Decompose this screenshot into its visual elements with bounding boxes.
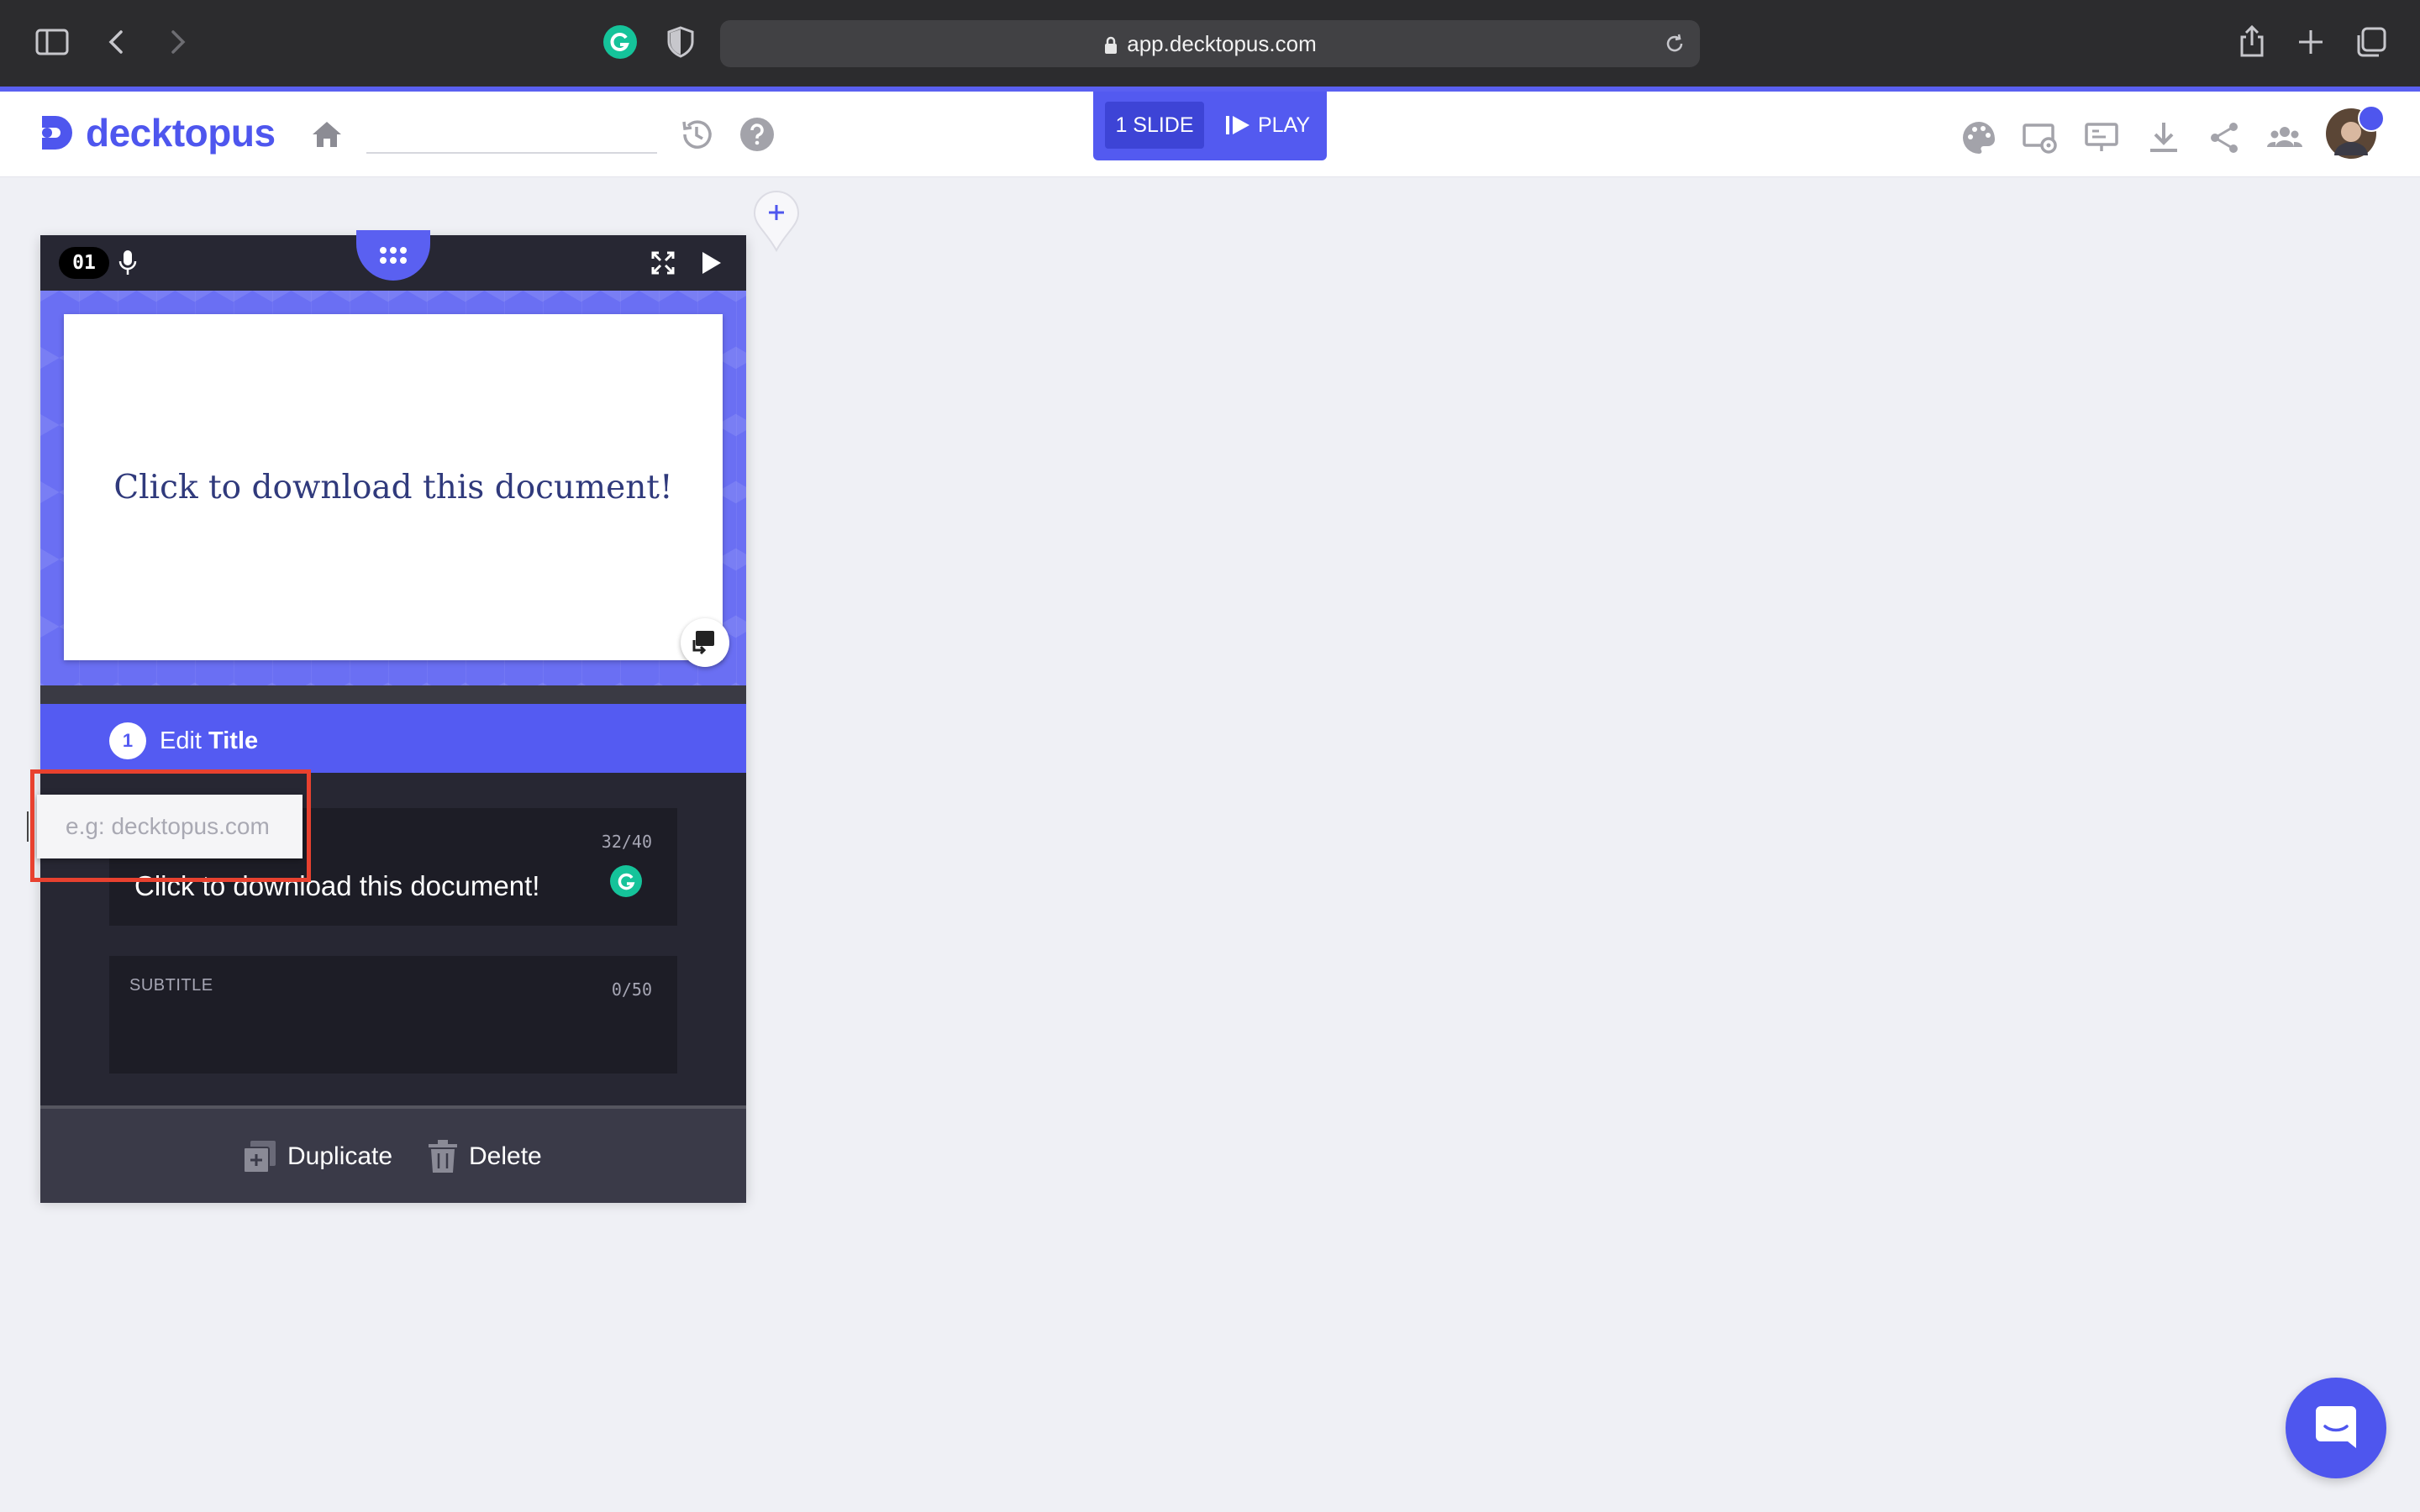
sidebar-toggle-icon[interactable] (34, 24, 71, 60)
chat-icon (2316, 1406, 2356, 1448)
subtitle-char-count: 0/50 (611, 979, 652, 1000)
delete-button[interactable]: Delete (427, 1139, 542, 1174)
address-bar[interactable]: app.decktopus.com (720, 20, 1700, 67)
slide-preview-frame: Click to download this document! (40, 291, 746, 685)
grammarly-extension-icon[interactable] (602, 24, 639, 60)
collaborators-icon[interactable] (2265, 118, 2304, 157)
new-tab-icon[interactable] (2292, 24, 2329, 60)
avatar[interactable] (2324, 105, 2385, 160)
presentation-title-input[interactable] (366, 152, 657, 154)
subtitle-field-label: SUBTITLE (129, 976, 213, 995)
speaker-notes-icon[interactable] (2082, 118, 2121, 157)
duplicate-icon (243, 1141, 276, 1173)
lock-icon (1103, 36, 1118, 55)
duplicate-button[interactable]: Duplicate (242, 1139, 392, 1174)
brand-logo[interactable]: decktopus (39, 111, 276, 155)
title-char-count: 32/40 (601, 832, 652, 852)
text-caret (27, 811, 29, 842)
edit-step-badge: 1 (109, 722, 146, 759)
play-slide-icon[interactable] (699, 250, 723, 276)
add-slide-button[interactable] (753, 190, 800, 252)
edit-divider (40, 685, 746, 704)
slide-card-footer: Duplicate Delete (40, 1105, 746, 1203)
slide-play-group: 1 SLIDE PLAY (1093, 92, 1327, 160)
back-icon[interactable] (99, 24, 136, 60)
trash-icon (429, 1140, 457, 1173)
edit-prefix: Edit (160, 727, 202, 754)
edit-target: Title (208, 727, 259, 754)
delete-label: Delete (469, 1142, 542, 1170)
slide-number-badge: 01 (59, 247, 109, 279)
tab-overview-icon[interactable] (2353, 24, 2390, 60)
duplicate-label: Duplicate (287, 1142, 393, 1170)
slide-canvas-title[interactable]: Click to download this document! (113, 469, 672, 507)
theme-palette-icon[interactable] (1960, 118, 1998, 157)
grammarly-icon[interactable] (610, 865, 642, 897)
download-icon[interactable] (2144, 118, 2183, 157)
slide-canvas[interactable]: Click to download this document! (64, 314, 723, 660)
notification-badge (2358, 105, 2385, 132)
slide-card: 01 Click to download this document! 1 Ed… (40, 230, 746, 1203)
drag-dots-icon (380, 247, 407, 264)
change-layout-button[interactable] (681, 618, 729, 667)
privacy-shield-icon[interactable] (662, 24, 699, 60)
play-icon (1226, 116, 1249, 134)
slide-count-button[interactable]: 1 SLIDE (1105, 102, 1204, 149)
fullscreen-icon[interactable] (650, 250, 676, 276)
forward-icon[interactable] (158, 24, 195, 60)
layout-swap-icon (692, 631, 714, 655)
annotation-highlight (30, 769, 311, 882)
presentation-settings-icon[interactable] (2020, 118, 2059, 157)
share-icon[interactable] (2233, 24, 2270, 60)
decktopus-logo-icon (42, 116, 72, 150)
reload-icon[interactable] (1663, 32, 1686, 55)
subtitle-field[interactable]: SUBTITLE 0/50 (109, 956, 677, 1074)
brand-name: decktopus (86, 111, 276, 155)
slide-card-toolbar: 01 (40, 230, 746, 291)
edit-section-header: 1 Edit Title (40, 704, 746, 773)
help-icon[interactable] (738, 115, 776, 154)
app-header: decktopus 1 SLIDE PLAY (0, 92, 2420, 177)
url-text: app.decktopus.com (1127, 31, 1317, 56)
slide-drag-handle[interactable] (356, 230, 430, 281)
history-icon[interactable] (677, 115, 716, 154)
play-button[interactable]: PLAY (1224, 102, 1318, 149)
chat-launcher-button[interactable] (2286, 1378, 2386, 1478)
edit-section-title: Edit Title (160, 724, 258, 758)
voice-record-icon[interactable] (118, 249, 138, 277)
home-icon[interactable] (308, 115, 346, 154)
browser-toolbar: app.decktopus.com (0, 0, 2420, 87)
play-label: PLAY (1258, 113, 1311, 137)
share-link-icon[interactable] (2205, 118, 2244, 157)
